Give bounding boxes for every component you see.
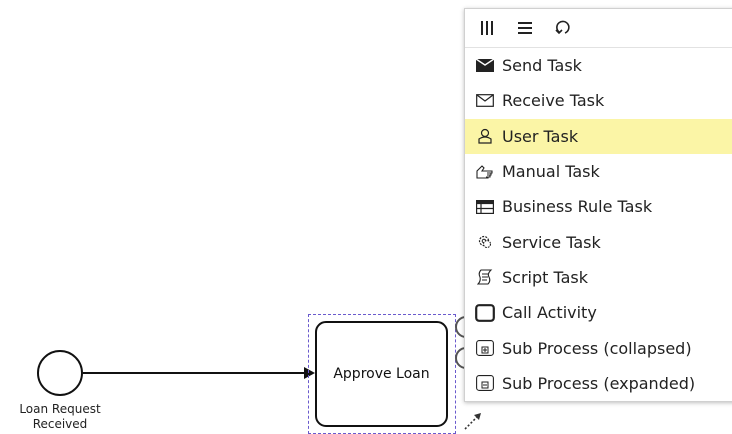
entry-label: Sub Process (expanded) (502, 373, 696, 393)
entry-label: Business Rule Task (502, 197, 653, 217)
service-task-icon (474, 232, 496, 252)
entry-label: Receive Task (502, 91, 605, 111)
sub-process-expanded-icon (474, 373, 496, 393)
replace-popup-menu: Send Task Receive Task User Task Manual … (464, 8, 732, 402)
entry-label: Manual Task (502, 162, 600, 182)
script-task-icon (474, 267, 496, 287)
entry-label: Script Task (502, 267, 589, 287)
user-task-icon (474, 126, 496, 146)
entry-call-activity[interactable]: Call Activity (465, 295, 732, 330)
entry-label: Call Activity (502, 303, 597, 323)
start-event[interactable] (37, 350, 83, 396)
entry-label: Service Task (502, 232, 601, 252)
start-event-label-line1: Loan Request (19, 402, 101, 416)
entry-label: Sub Process (collapsed) (502, 338, 692, 358)
entry-receive-task[interactable]: Receive Task (465, 83, 732, 118)
task-approve-loan[interactable]: Approve Loan (315, 321, 448, 427)
parallel-multi-instance-icon[interactable] (475, 16, 499, 40)
sequential-multi-instance-icon[interactable] (513, 16, 537, 40)
entry-service-task[interactable]: Service Task (465, 224, 732, 259)
task-label: Approve Loan (333, 366, 430, 382)
entry-script-task[interactable]: Script Task (465, 260, 732, 295)
manual-task-icon (474, 162, 496, 182)
send-task-icon (474, 56, 496, 76)
call-activity-icon (474, 303, 496, 323)
connect-arrow-icon[interactable] (462, 410, 484, 432)
start-event-label-line2: Received (32, 417, 88, 431)
popup-header (465, 9, 732, 48)
entry-sub-process-collapsed[interactable]: Sub Process (collapsed) (465, 330, 732, 365)
entry-business-rule-task[interactable]: Business Rule Task (465, 189, 732, 224)
receive-task-icon (474, 91, 496, 111)
start-event-label: Loan Request Received (0, 402, 120, 432)
business-rule-task-icon (474, 197, 496, 217)
sub-process-collapsed-icon (474, 338, 496, 358)
entry-manual-task[interactable]: Manual Task (465, 154, 732, 189)
entry-sub-process-expanded[interactable]: Sub Process (expanded) (465, 366, 732, 401)
loop-icon[interactable] (551, 16, 575, 40)
entry-send-task[interactable]: Send Task (465, 48, 732, 83)
entry-label: User Task (502, 126, 579, 146)
entry-label: Send Task (502, 56, 582, 76)
entry-user-task[interactable]: User Task (465, 118, 732, 154)
